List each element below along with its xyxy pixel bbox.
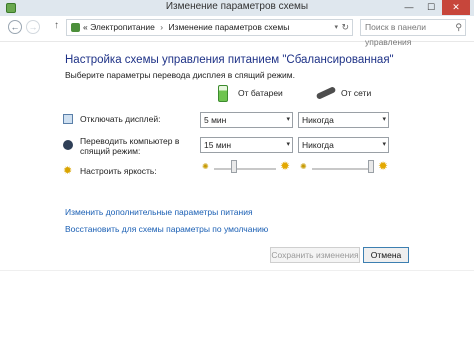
refresh-icon[interactable]: ↻	[341, 20, 349, 35]
close-button[interactable]: ✕	[442, 0, 470, 15]
address-bar[interactable]: « Электропитание › Изменение параметров …	[66, 19, 353, 36]
minimize-button[interactable]: —	[398, 0, 420, 15]
chevron-down-icon: ▾	[286, 116, 290, 123]
breadcrumb-separator: ›	[160, 22, 164, 32]
display-off-ac-value: Никогда	[302, 115, 334, 125]
maximize-button[interactable]: ☐	[420, 0, 442, 15]
battery-icon	[218, 85, 228, 102]
cancel-button[interactable]: Отмена	[363, 247, 409, 263]
sleep-icon	[63, 140, 73, 150]
chevron-down-icon: ▾	[382, 116, 386, 123]
breadcrumb: « Электропитание › Изменение параметров …	[83, 20, 289, 35]
window-footer	[0, 270, 474, 355]
chevron-down-icon: ▾	[382, 141, 386, 148]
display-off-label: Отключать дисплей:	[80, 114, 161, 124]
brightness-icon: ✹	[63, 165, 73, 177]
sleep-label: Переводить компьютер в спящий режим:	[80, 136, 180, 156]
control-panel-icon	[71, 23, 80, 32]
display-off-battery-select[interactable]: 5 мин ▾	[200, 112, 293, 128]
brightness-battery-thumb[interactable]	[231, 160, 237, 173]
sleep-ac-value: Никогда	[302, 140, 334, 150]
brightness-low-icon: ✺	[300, 162, 307, 171]
breadcrumb-item-power[interactable]: Электропитание	[90, 22, 155, 32]
search-input[interactable]: Поиск в панели управления ⚲	[360, 19, 466, 47]
brightness-label: Настроить яркость:	[80, 166, 157, 176]
brightness-ac-slider[interactable]	[312, 168, 374, 170]
address-dropdown-icon[interactable]: ▾	[334, 20, 338, 35]
page-subtitle: Выберите параметры перевода дисплея в сп…	[65, 70, 295, 80]
sleep-battery-value: 15 мин	[204, 140, 232, 150]
sleep-battery-select[interactable]: 15 мин ▾	[200, 137, 293, 153]
brightness-high-icon: ✹	[378, 159, 389, 173]
search-placeholder: Поиск в панели управления	[365, 22, 426, 47]
brightness-low-icon: ✺	[202, 162, 209, 171]
brightness-ac-thumb[interactable]	[368, 160, 374, 173]
up-button[interactable]: ↑	[54, 20, 59, 31]
chevron-down-icon: ▾	[286, 141, 290, 148]
brightness-battery-slider[interactable]	[214, 168, 276, 170]
forward-button[interactable]: →	[26, 20, 40, 34]
display-icon	[63, 114, 73, 124]
breadcrumb-item-edit-plan[interactable]: Изменение параметров схемы	[168, 22, 289, 32]
back-button[interactable]: ←	[8, 20, 22, 34]
breadcrumb-overflow[interactable]: «	[83, 22, 88, 32]
column-ac-label: От сети	[341, 88, 372, 98]
advanced-settings-link[interactable]: Изменить дополнительные параметры питани…	[65, 207, 253, 217]
save-changes-button[interactable]: Сохранить изменения	[270, 247, 360, 263]
navigation-bar: ← → ↑ « Электропитание › Изменение парам…	[0, 16, 474, 47]
display-off-battery-value: 5 мин	[204, 115, 227, 125]
display-off-ac-select[interactable]: Никогда ▾	[298, 112, 389, 128]
column-battery-label: От батареи	[238, 88, 283, 98]
title-bar: Изменение параметров схемы — ☐ ✕	[0, 0, 474, 16]
sleep-ac-select[interactable]: Никогда ▾	[298, 137, 389, 153]
brightness-high-icon: ✹	[280, 159, 291, 173]
page-title: Настройка схемы управления питанием "Сба…	[65, 54, 394, 66]
restore-defaults-link[interactable]: Восстановить для схемы параметры по умол…	[65, 224, 268, 234]
power-plug-icon	[315, 86, 337, 100]
search-icon[interactable]: ⚲	[455, 20, 462, 35]
